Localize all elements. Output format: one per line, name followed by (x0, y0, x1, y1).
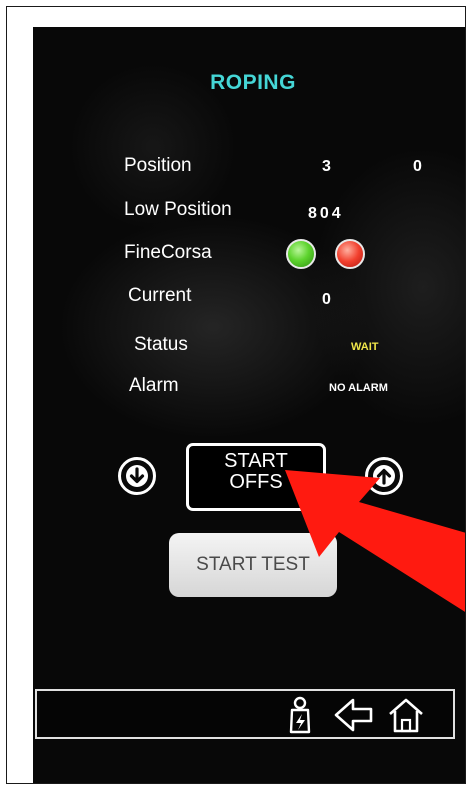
back-arrow-icon[interactable] (333, 697, 375, 733)
hmi-screen: ROPING Position 3 0 Low Position 804 Fin… (33, 27, 465, 783)
home-icon[interactable] (387, 696, 425, 734)
annotation-arrow-icon (285, 470, 465, 612)
bottom-nav-bar (35, 689, 455, 739)
user-badge-icon[interactable] (283, 696, 317, 734)
photo-frame: ROPING Position 3 0 Low Position 804 Fin… (6, 6, 466, 784)
